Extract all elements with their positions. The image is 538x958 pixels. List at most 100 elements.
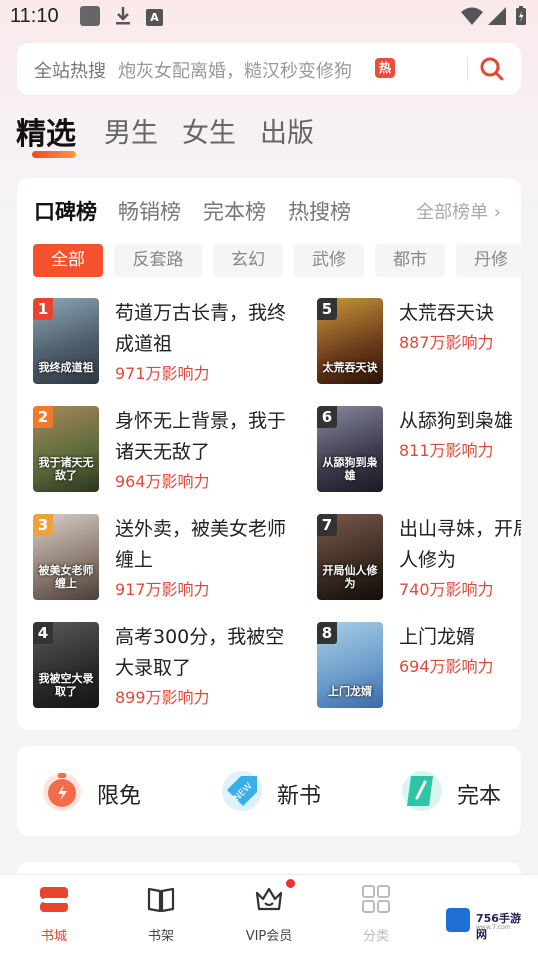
book-cover[interactable]: 2 我于诸天无敌了 (33, 406, 99, 492)
search-hint[interactable]: 炮灰女配离婚，糙汉秒变修狗 (118, 57, 352, 83)
book-item[interactable]: 6 从舔狗到枭雄 从舔狗到枭雄 811万影响力 (317, 406, 521, 496)
book-item[interactable]: 2 我于诸天无敌了 身怀无上背景，我于诸天无敌了 964万影响力 (33, 406, 288, 496)
book-title[interactable]: 送外卖，被美女老师缠上 (115, 514, 287, 576)
influence-count: 971万影响力 (115, 364, 210, 383)
tab-male[interactable]: 男生 (104, 111, 158, 150)
vip-crown-icon (255, 887, 283, 911)
book-title[interactable]: 苟道万古长青，我终成道祖 (115, 298, 287, 360)
category-grid-icon (362, 885, 390, 913)
cover-title: 我终成道祖 (38, 361, 94, 374)
search-icon[interactable] (479, 56, 505, 82)
tab-featured[interactable]: 精选 (16, 109, 76, 153)
search-prefix: 全站热搜 (34, 61, 106, 82)
influence-count: 811万影响力 (399, 441, 494, 460)
book-title[interactable]: 高考300分，我被空大录取了 (115, 622, 287, 684)
tab-publish[interactable]: 出版 (260, 111, 314, 150)
category-card: 限免 NEW 新书 完本 (17, 746, 521, 836)
a-icon: A (146, 9, 163, 26)
rank-tab-bestseller[interactable]: 畅销榜 (118, 196, 181, 226)
nav-bookstore[interactable]: 书城 (0, 875, 108, 958)
book-cover[interactable]: 1 我终成道祖 (33, 298, 99, 384)
book-cover[interactable]: 8 上门龙婿 (317, 622, 383, 708)
bookstore-icon (40, 887, 68, 912)
chip-all[interactable]: 全部 (33, 244, 103, 277)
category-label: 新书 (277, 784, 322, 809)
book-title[interactable]: 太荒吞天诀 (399, 298, 521, 329)
nav-vip[interactable]: VIP会员 (215, 875, 323, 958)
signal-icon (488, 7, 506, 25)
rank-number: 7 (317, 514, 337, 536)
book-cover[interactable]: 6 从舔狗到枭雄 (317, 406, 383, 492)
rank-tab-reputation[interactable]: 口碑榜 (34, 196, 97, 226)
nav-bookshelf[interactable]: 书架 (107, 875, 215, 958)
timer-icon (43, 773, 81, 811)
book-title[interactable]: 出山寻妹，开局光仙人修为 (399, 514, 521, 576)
nav-category[interactable]: 分类 (322, 875, 430, 958)
chip-alchemy[interactable]: 丹修 (456, 244, 521, 277)
nav-label: 书城 (40, 929, 67, 944)
cover-title: 我于诸天无敌了 (38, 456, 94, 482)
book-item[interactable]: 1 我终成道祖 苟道万古长青，我终成道祖 971万影响力 (33, 298, 288, 388)
all-lists-link[interactable]: 全部榜单 › (416, 198, 501, 224)
download-icon (116, 7, 130, 25)
influence-count: 740万影响力 (399, 580, 494, 599)
rank-number: 6 (317, 406, 337, 428)
new-tag-icon: NEW (222, 771, 262, 811)
tab-female[interactable]: 女生 (182, 111, 236, 150)
book-item[interactable]: 8 上门龙婿 上门龙婿 694万影响力 (317, 622, 521, 712)
search-divider (467, 57, 468, 81)
cover-title: 开局仙人修为 (322, 564, 378, 590)
search-bar[interactable]: 全站热搜 炮灰女配离婚，糙汉秒变修狗 热 (17, 43, 521, 95)
category-free[interactable]: 限免 (39, 768, 169, 814)
book-item[interactable]: 5 太荒吞天诀 太荒吞天诀 887万影响力 (317, 298, 521, 388)
chip-fantasy[interactable]: 玄幻 (213, 244, 283, 277)
nav-label: 分类 (362, 929, 389, 944)
rank-tab-hot-search[interactable]: 热搜榜 (288, 196, 351, 226)
book-cover[interactable]: 3 被美女老师缠上 (33, 514, 99, 600)
category-complete[interactable]: 完本 (399, 768, 519, 814)
influence-count: 964万影响力 (115, 472, 210, 491)
category-label: 完本 (457, 784, 502, 809)
rank-number: 8 (317, 622, 337, 644)
influence-count: 694万影响力 (399, 657, 494, 676)
cover-title: 我被空大录取了 (38, 672, 94, 698)
book-title[interactable]: 上门龙婿 (399, 622, 521, 653)
cover-title: 上门龙婿 (328, 685, 372, 698)
influence-count: 917万影响力 (115, 580, 210, 599)
book-complete-icon (402, 771, 442, 811)
rank-tab-completed[interactable]: 完本榜 (203, 196, 266, 226)
book-cover[interactable]: 5 太荒吞天诀 (317, 298, 383, 384)
book-item[interactable]: 7 开局仙人修为出山寻妹，开局光仙人修为 740万影响力 (317, 514, 521, 604)
watermark-sub: www.7.com (476, 924, 511, 931)
book-title[interactable]: 身怀无上背景，我于诸天无敌了 (115, 406, 287, 468)
influence-count: 899万影响力 (115, 688, 210, 707)
book-item[interactable]: 4 我被空大录取了 高考300分，我被空大录取了 899万影响力 (33, 622, 288, 712)
cover-title: 被美女老师缠上 (38, 564, 94, 590)
hot-badge: 热 (375, 58, 395, 78)
status-time: 11:10 (10, 5, 59, 27)
tab-underline (32, 151, 76, 158)
rank-number: 5 (317, 298, 337, 320)
book-title[interactable]: 从舔狗到枭雄 (399, 406, 521, 437)
notification-icon (80, 6, 100, 26)
wifi-icon (461, 7, 483, 25)
bookshelf-icon (147, 887, 175, 913)
book-cover[interactable]: 7 开局仙人修为 (317, 514, 383, 600)
cover-title: 太荒吞天诀 (322, 361, 378, 374)
cover-title: 从舔狗到枭雄 (322, 456, 378, 482)
category-new[interactable]: NEW 新书 (219, 768, 349, 814)
chip-anti-routine[interactable]: 反套路 (114, 244, 202, 277)
nav-label: 书架 (147, 929, 174, 944)
chip-urban[interactable]: 都市 (375, 244, 445, 277)
chip-martial[interactable]: 武修 (294, 244, 364, 277)
watermark-logo: 756手游网 www.7.com (442, 905, 528, 941)
nav-label: VIP会员 (245, 929, 293, 944)
book-item[interactable]: 3 被美女老师缠上 送外卖，被美女老师缠上 917万影响力 (33, 514, 288, 604)
rank-number: 1 (33, 298, 53, 320)
rank-number: 2 (33, 406, 53, 428)
book-cover[interactable]: 4 我被空大录取了 (33, 622, 99, 708)
rank-number: 3 (33, 514, 53, 536)
ranking-card: 口碑榜 畅销榜 完本榜 热搜榜 全部榜单 › 全部 反套路 玄幻 武修 都市 丹… (17, 178, 521, 730)
vip-notification-dot (286, 879, 295, 888)
status-bar: 11:10 A (0, 0, 538, 34)
